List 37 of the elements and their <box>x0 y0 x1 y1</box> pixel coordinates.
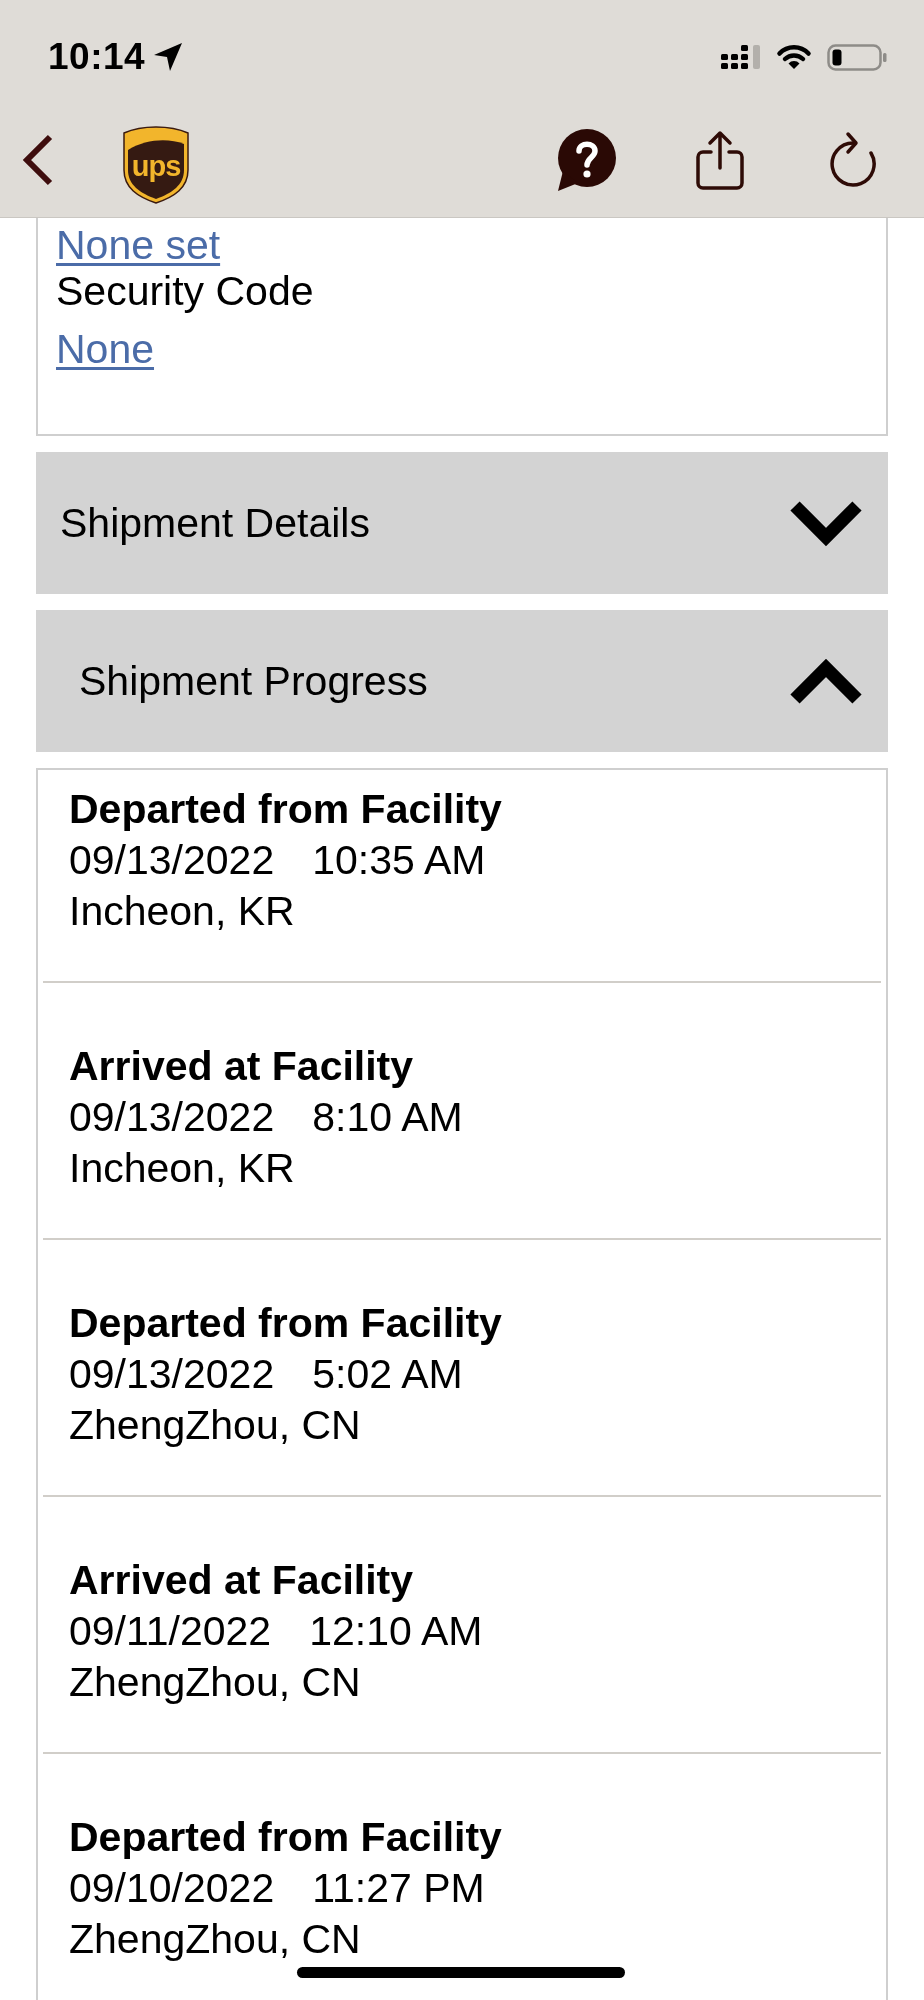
section-header[interactable]: Shipment Details <box>36 452 888 594</box>
event-status: Departed from Facility <box>69 785 503 834</box>
event-time: 12:10 AM <box>309 1607 483 1656</box>
refresh-icon <box>828 131 878 189</box>
back-button[interactable] <box>22 134 54 186</box>
location-arrow-icon <box>153 43 184 71</box>
logo-text: ups <box>131 150 181 182</box>
share-button[interactable] <box>696 130 744 190</box>
signal-icon <box>721 45 761 69</box>
event-date: 09/11/2022 <box>69 1607 272 1656</box>
wifi-icon <box>775 44 813 70</box>
event-status: Arrived at Facility <box>69 1556 415 1605</box>
event-date: 09/13/2022 <box>69 1093 275 1142</box>
event-status: Departed from Facility <box>69 1299 503 1348</box>
field-label: Security Code <box>56 268 314 314</box>
event-time: 11:27 PM <box>312 1864 485 1913</box>
event-date: 09/13/2022 <box>69 836 275 885</box>
event-location: ZhengZhou, CN <box>69 1401 362 1450</box>
share-icon <box>696 130 744 190</box>
refresh-button[interactable] <box>828 131 878 189</box>
event-location: Incheon, KR <box>69 887 296 936</box>
event-location: ZhengZhou, CN <box>69 1915 362 1964</box>
value-link[interactable]: None <box>56 326 154 372</box>
event-date: 09/10/2022 <box>69 1864 275 1913</box>
value-link[interactable]: None set <box>56 222 221 268</box>
event-time: 10:35 AM <box>312 836 486 885</box>
event-time: 8:10 AM <box>312 1093 463 1142</box>
back-icon <box>22 134 54 186</box>
battery-icon <box>827 43 887 71</box>
section-header[interactable]: Shipment Progress <box>36 610 888 752</box>
event-status: Arrived at Facility <box>69 1042 415 1091</box>
event-time: 5:02 AM <box>312 1350 463 1399</box>
event-date: 09/13/2022 <box>69 1350 275 1399</box>
event-status: Departed from Facility <box>69 1813 503 1862</box>
status-time: 10:14 <box>48 36 146 78</box>
event-location: ZhengZhou, CN <box>69 1658 362 1707</box>
event-location: Incheon, KR <box>69 1144 296 1193</box>
